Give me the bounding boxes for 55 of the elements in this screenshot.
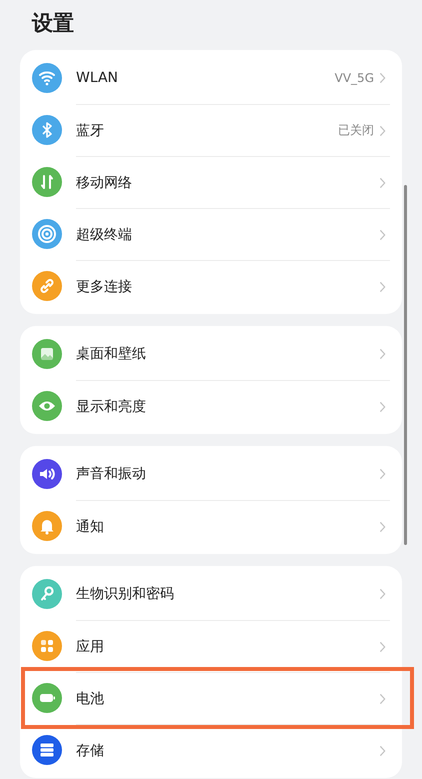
chevron-icon [379, 640, 386, 652]
target-icon [32, 219, 62, 249]
item-value: VV_5G [334, 71, 374, 85]
settings-item[interactable]: 蓝牙 已关闭 [32, 104, 390, 156]
item-label: 生物识别和密码 [76, 585, 175, 603]
link-icon [32, 271, 62, 301]
settings-item[interactable]: 显示和亮度 [32, 380, 390, 432]
settings-item[interactable]: 声音和振动 [32, 448, 390, 500]
item-label: 电池 [76, 690, 105, 708]
item-label: 显示和亮度 [76, 398, 147, 416]
settings-item[interactable]: 电池 [32, 672, 390, 724]
item-label: 超级终端 [76, 226, 133, 244]
chevron-icon [379, 468, 386, 480]
battery-icon [32, 683, 62, 713]
bluetooth-icon [32, 115, 62, 145]
chevron-icon [379, 72, 386, 84]
item-label: 声音和振动 [76, 465, 147, 483]
settings-item[interactable]: 应用 [32, 620, 390, 672]
settings-item[interactable]: 移动网络 [32, 156, 390, 208]
bell-icon [32, 511, 62, 541]
item-label: WLAN [76, 70, 120, 86]
item-label: 更多连接 [76, 278, 133, 296]
settings-item[interactable]: 超级终端 [32, 208, 390, 260]
eye-icon [32, 391, 62, 421]
item-label: 应用 [76, 638, 105, 656]
page-title: 设置 [30, 10, 75, 37]
settings-item[interactable]: 更多连接 [32, 260, 390, 312]
settings-item[interactable]: 桌面和壁纸 [32, 328, 390, 380]
chevron-icon [379, 744, 386, 756]
item-value: 已关闭 [338, 122, 374, 139]
item-label: 通知 [76, 518, 105, 536]
image-icon [32, 339, 62, 369]
chevron-icon [379, 400, 386, 412]
chevron-icon [379, 124, 386, 136]
chevron-icon [379, 588, 386, 600]
settings-item[interactable]: 通知 [32, 500, 390, 552]
chevron-icon [379, 692, 386, 704]
item-label: 移动网络 [76, 174, 133, 192]
settings-item[interactable]: 存储 [32, 724, 390, 776]
grid-icon [32, 631, 62, 661]
key-icon [32, 579, 62, 609]
arrows-icon [32, 167, 62, 197]
chevron-icon [379, 228, 386, 240]
storage-icon [32, 735, 62, 765]
chevron-icon [379, 348, 386, 360]
item-label: 存储 [76, 742, 105, 760]
chevron-icon [379, 520, 386, 532]
chevron-icon [379, 280, 386, 292]
settings-item[interactable]: WLAN VV_5G [32, 52, 390, 104]
chevron-icon [379, 176, 386, 188]
item-label: 桌面和壁纸 [76, 345, 147, 363]
wifi-icon [32, 63, 62, 93]
item-label: 蓝牙 [76, 122, 105, 140]
speaker-icon [32, 459, 62, 489]
settings-item[interactable]: 生物识别和密码 [32, 568, 390, 620]
